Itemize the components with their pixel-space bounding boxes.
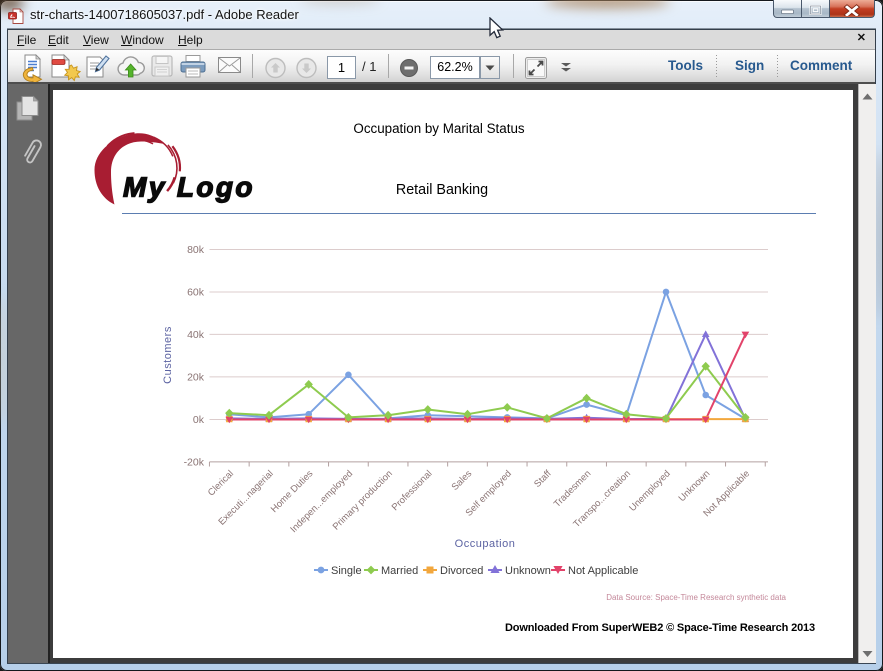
svg-text:Married: Married [381, 565, 418, 577]
svg-text:80k: 80k [187, 244, 205, 256]
svg-text:Professional: Professional [390, 468, 435, 513]
svg-text:My Logo: My Logo [123, 172, 255, 203]
svg-text:-20k: -20k [184, 456, 205, 468]
svg-text:Staff: Staff [532, 468, 554, 490]
svg-text:60k: 60k [187, 287, 205, 299]
svg-text:0k: 0k [193, 414, 205, 426]
svg-text:Clerical: Clerical [206, 468, 236, 498]
svg-text:20k: 20k [187, 371, 205, 383]
svg-text:Sales: Sales [450, 468, 475, 493]
svg-text:Not Applicable: Not Applicable [568, 565, 638, 577]
svg-text:40k: 40k [187, 329, 205, 341]
svg-text:Unknown: Unknown [505, 565, 551, 577]
svg-text:Divorced: Divorced [440, 565, 483, 577]
svg-text:Unknown: Unknown [677, 468, 713, 504]
svg-text:Occupation: Occupation [455, 538, 516, 550]
svg-text:Single: Single [331, 565, 362, 577]
svg-text:Customers: Customers [162, 326, 174, 384]
svg-text:Tradesmen: Tradesmen [552, 468, 594, 510]
svg-text:Unemployed: Unemployed [627, 468, 672, 513]
